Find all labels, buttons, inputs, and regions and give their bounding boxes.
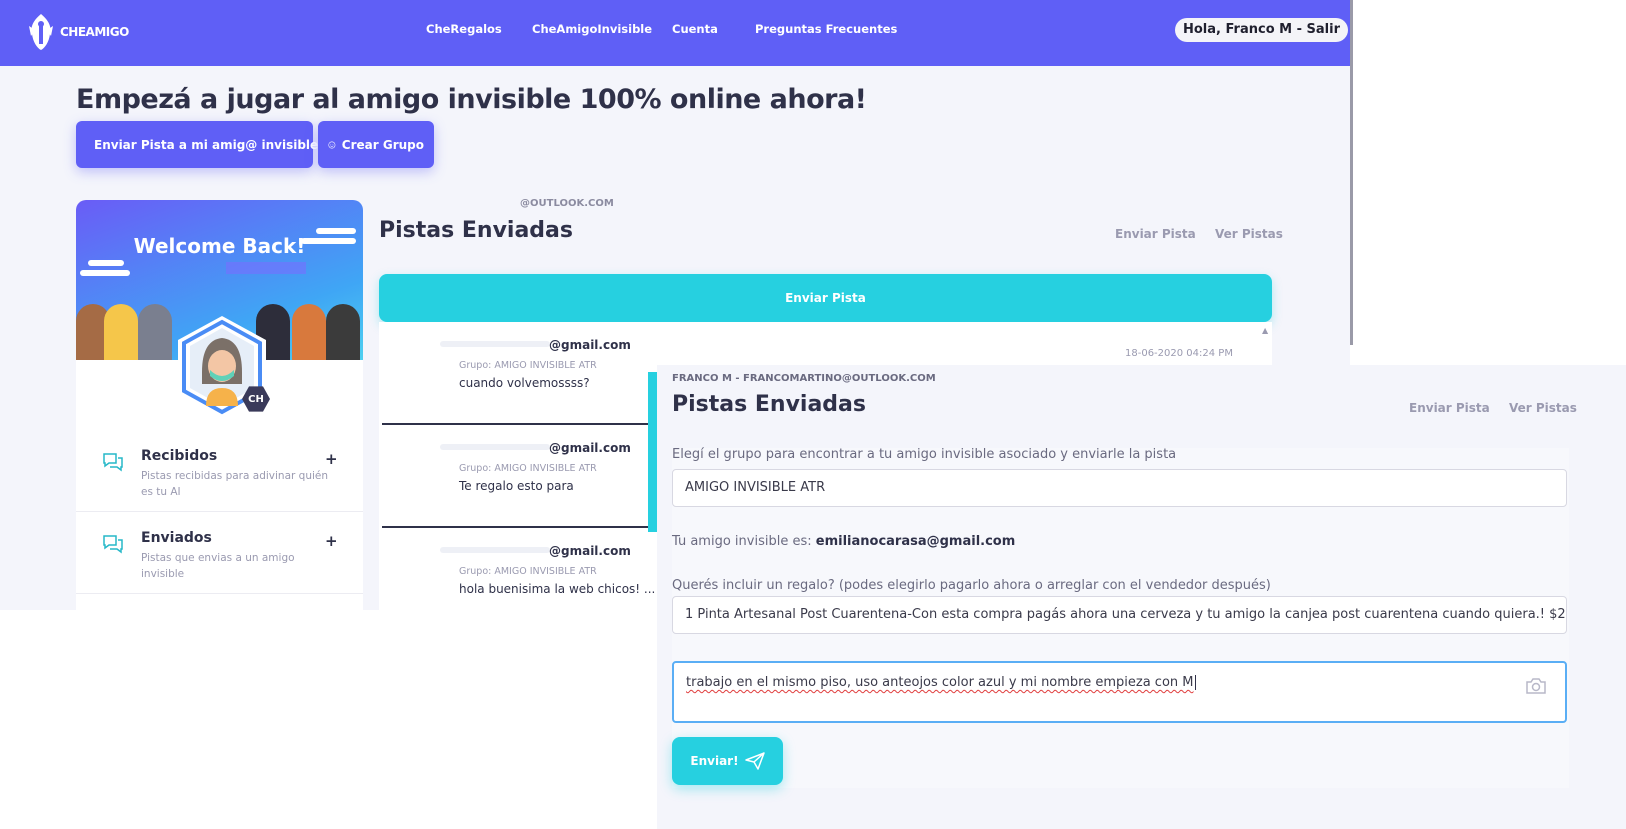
menu-sent-desc: Pistas que envias a un amigo invisible [141,552,295,580]
group-select-label: Elegí el grupo para encontrar a tu amigo… [672,447,1177,462]
form-title: Pistas Enviadas [672,392,866,417]
menu-received-title: Recibidos [141,448,218,464]
tab-view-clues[interactable]: Ver Pistas [1509,401,1577,415]
send-clue-label: Enviar Pista a mi amig@ invisible [94,137,319,152]
camera-icon[interactable] [1525,677,1547,695]
clue-textarea[interactable]: trabajo en el mismo piso, uso anteojos c… [672,661,1567,723]
logo-icon [29,14,53,50]
list-item[interactable]: @gmail.com Grupo: AMIGO INVISIBLE ATR ho… [382,528,656,610]
submit-label: Enviar! [690,754,739,768]
cloud-decoration [80,270,130,276]
group-select[interactable]: AMIGO INVISIBLE ATR [672,469,1567,507]
cloud-decoration [88,260,124,266]
secret-friend-label: Tu amigo invisible es: [672,534,812,549]
profile-card: Welcome Back! CH Recibidos Pistas recibi… [76,200,363,610]
gift-select-label: Querés incluir un regalo? (podes elegirl… [672,578,1271,593]
clue-email: @gmail.com [549,441,631,455]
send-clue-button[interactable]: Enviar Pista a mi amig@ invisible [76,121,318,168]
send-icon [744,752,765,770]
avatar-illustration [326,304,360,360]
list-item[interactable]: @gmail.com Grupo: AMIGO INVISIBLE ATR Te… [382,425,652,528]
avatar-illustration [292,304,326,360]
clue-group: Grupo: AMIGO INVISIBLE ATR [459,463,597,474]
scrollbar[interactable] [1350,0,1353,345]
redacted-email [440,444,550,450]
panel-accent-strip [648,372,657,532]
expand-sent-toggle[interactable]: + [325,532,338,550]
create-group-button[interactable]: Crear Grupo [318,121,434,168]
clue-text: cuando volvemossss? [459,376,590,390]
chat-icon [103,535,123,554]
user-logout-pill[interactable]: Hola, Franco M - Salir [1175,18,1348,42]
top-navbar: CHEAMIGO CheRegalos CheAmigoInvisible Cu… [0,0,1350,66]
bg-user-email: @OUTLOOK.COM [520,198,614,209]
page-title: Empezá a jugar al amigo invisible 100% o… [76,84,867,115]
welcome-heading: Welcome Back! [133,234,306,258]
list-item[interactable]: @gmail.com Grupo: AMIGO INVISIBLE ATR cu… [382,322,652,425]
clue-text: hola buenisima la web chicos! ... [459,582,656,596]
nav-cuenta[interactable]: Cuenta [672,22,718,36]
nav-cheregalos[interactable]: CheRegalos [426,22,502,36]
clue-text: Te regalo esto para [459,479,574,493]
menu-received[interactable]: Recibidos Pistas recibidas para adivinar… [76,432,363,512]
clue-email: @gmail.com [549,338,631,352]
menu-received-desc: Pistas recibidas para adivinar quién es … [141,470,329,498]
nav-preguntas-frecuentes[interactable]: Preguntas Frecuentes [755,22,897,36]
redacted-email [440,547,550,553]
send-clue-bar[interactable]: Enviar Pista [379,274,1272,322]
menu-sent-title: Enviados [141,530,212,546]
bg-tab-view-clues[interactable]: Ver Pistas [1215,227,1283,241]
brand-logo[interactable]: CHEAMIGO [26,12,129,52]
nav-cheamigoinvisible[interactable]: CheAmigoInvisible [532,22,652,36]
submit-clue-button[interactable]: Enviar! [672,737,783,785]
avatar-illustration [104,304,138,360]
tab-send-clue[interactable]: Enviar Pista [1409,401,1490,415]
scroll-up-arrow[interactable]: ▲ [1262,326,1268,335]
gift-select[interactable]: 1 Pinta Artesanal Post Cuarentena-Con es… [672,596,1567,634]
user-email-header: FRANCO M - FRANCOMARTINO@OUTLOOK.COM [672,373,936,384]
chat-icon [103,453,123,472]
expand-received-toggle[interactable]: + [325,450,338,468]
text-caret [1194,675,1196,690]
smiley-icon [328,141,336,148]
clue-date: 18-06-2020 04:24 PM [1125,348,1233,359]
clue-group: Grupo: AMIGO INVISIBLE ATR [459,566,597,577]
avatar-illustration [138,304,172,360]
menu-sent[interactable]: Enviados Pistas que envias a un amigo in… [76,514,363,594]
clue-text-value: trabajo en el mismo piso, uso anteojos c… [686,675,1194,690]
welcome-underline [226,262,306,274]
bg-tab-send-clue[interactable]: Enviar Pista [1115,227,1196,241]
create-group-label: Crear Grupo [341,137,424,152]
secret-friend-line: Tu amigo invisible es: emilianocarasa@gm… [672,534,1015,549]
redacted-email [440,341,550,347]
brand-name: CHEAMIGO [60,25,129,39]
clue-group: Grupo: AMIGO INVISIBLE ATR [459,360,597,371]
clue-email: @gmail.com [549,544,631,558]
bg-panel-title: Pistas Enviadas [379,218,573,243]
secret-friend-email: emilianocarasa@gmail.com [815,534,1016,549]
